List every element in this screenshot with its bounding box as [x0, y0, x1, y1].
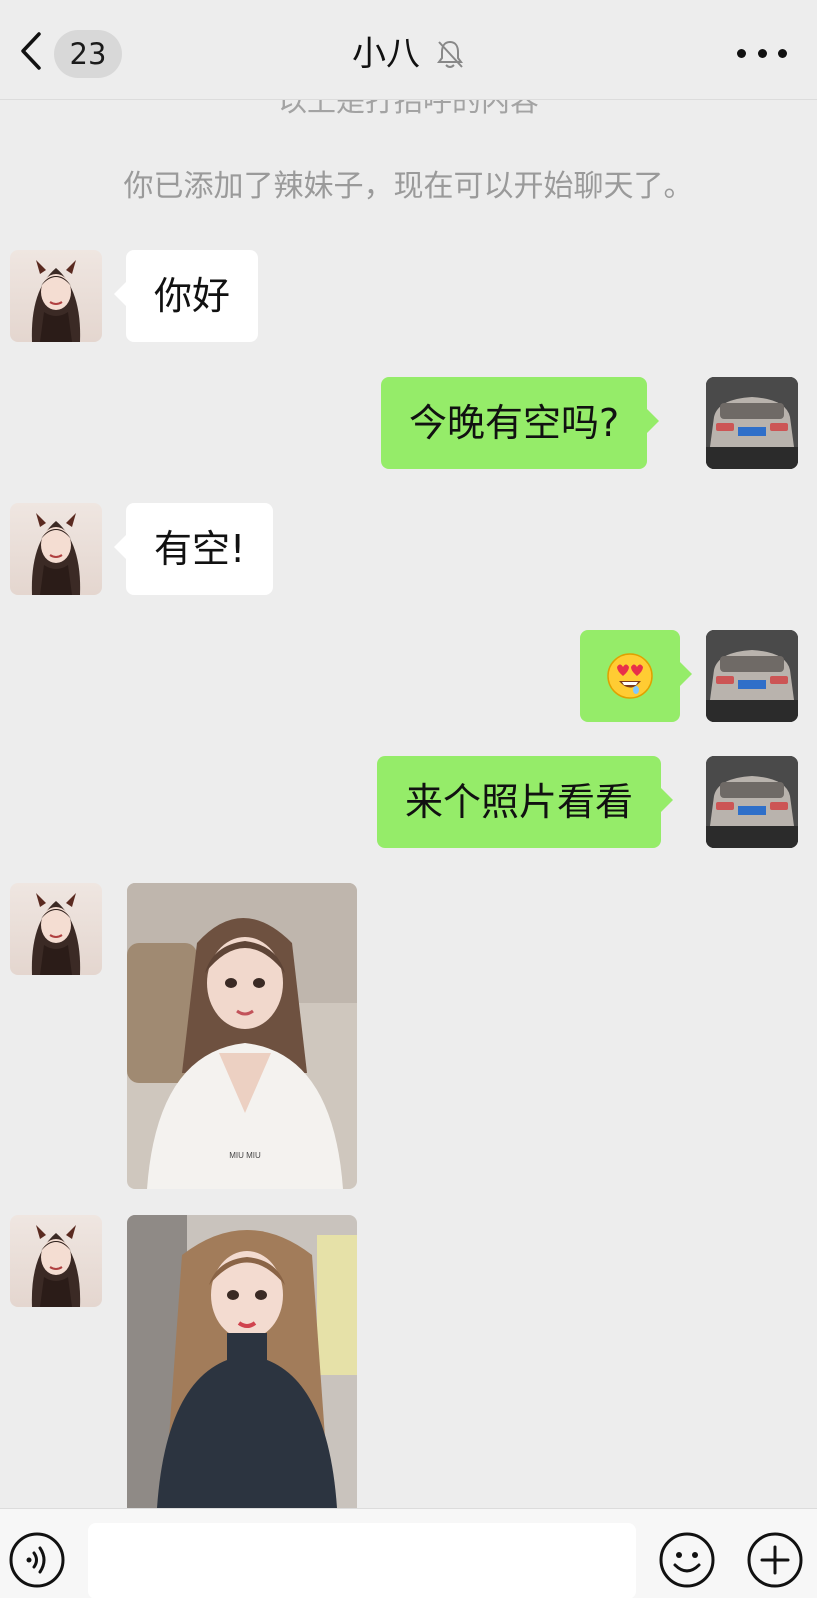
contact-avatar[interactable] — [10, 503, 102, 595]
avatar-illustration — [31, 513, 81, 595]
emoji-button[interactable] — [658, 1531, 716, 1589]
photo-woman-black-top — [127, 1215, 357, 1508]
message-bubble-outgoing[interactable]: 今晚有空吗? — [381, 377, 660, 469]
dot-icon — [778, 48, 787, 58]
plus-icon — [747, 1532, 803, 1588]
chat-title: 小八 — [351, 34, 420, 74]
car-avatar-illustration — [706, 630, 798, 722]
photo-woman-car: MIU MIU — [127, 883, 357, 1189]
message-bubble-incoming[interactable]: 你好 — [113, 250, 259, 342]
bell-slash-icon — [437, 40, 464, 68]
message-text: 来个照片看看 — [405, 780, 634, 824]
contact-avatar[interactable] — [10, 1215, 102, 1307]
car-avatar-illustration — [706, 756, 798, 848]
dot-icon — [737, 48, 746, 58]
avatar-illustration — [31, 1225, 81, 1307]
chat-header: 23 小八 — [0, 0, 817, 100]
smiley-icon — [659, 1532, 715, 1588]
message-bubble-outgoing[interactable]: 来个照片看看 — [377, 756, 674, 848]
message-bubble-incoming[interactable]: 有空! — [113, 503, 274, 595]
voice-icon — [9, 1532, 65, 1588]
image-message[interactable] — [127, 1215, 357, 1508]
image-message[interactable]: MIU MIU — [127, 883, 357, 1189]
message-text: 今晚有空吗? — [409, 401, 620, 445]
voice-input-button[interactable] — [8, 1531, 66, 1589]
avatar-illustration — [31, 893, 81, 975]
svg-text:MIU MIU: MIU MIU — [229, 1151, 261, 1160]
avatar-illustration — [31, 260, 81, 342]
car-avatar-illustration — [706, 377, 798, 469]
self-avatar[interactable] — [706, 756, 798, 848]
self-avatar[interactable] — [706, 630, 798, 722]
input-bar — [0, 1508, 817, 1598]
title-wrap: 小八 — [0, 30, 817, 78]
dot-icon — [757, 48, 767, 58]
more-options-button[interactable] — [737, 38, 787, 68]
contact-avatar[interactable] — [10, 250, 102, 342]
friend-added-notice: 你已添加了辣妹子，现在可以开始聊天了。 — [123, 169, 694, 204]
chat-screen: 23 小八 以上是打招呼的内容 你已添加了辣妹子，现在可以开始聊天了。 你好 今… — [0, 0, 817, 1598]
message-text: 有空! — [154, 527, 246, 571]
heart-eyes-emoji-icon — [607, 653, 653, 699]
more-actions-button[interactable] — [746, 1531, 804, 1589]
message-input[interactable] — [88, 1523, 636, 1598]
message-bubble-outgoing-emoji[interactable] — [580, 630, 692, 722]
contact-avatar[interactable] — [10, 883, 102, 975]
message-text: 你好 — [154, 274, 231, 318]
self-avatar[interactable] — [706, 377, 798, 469]
